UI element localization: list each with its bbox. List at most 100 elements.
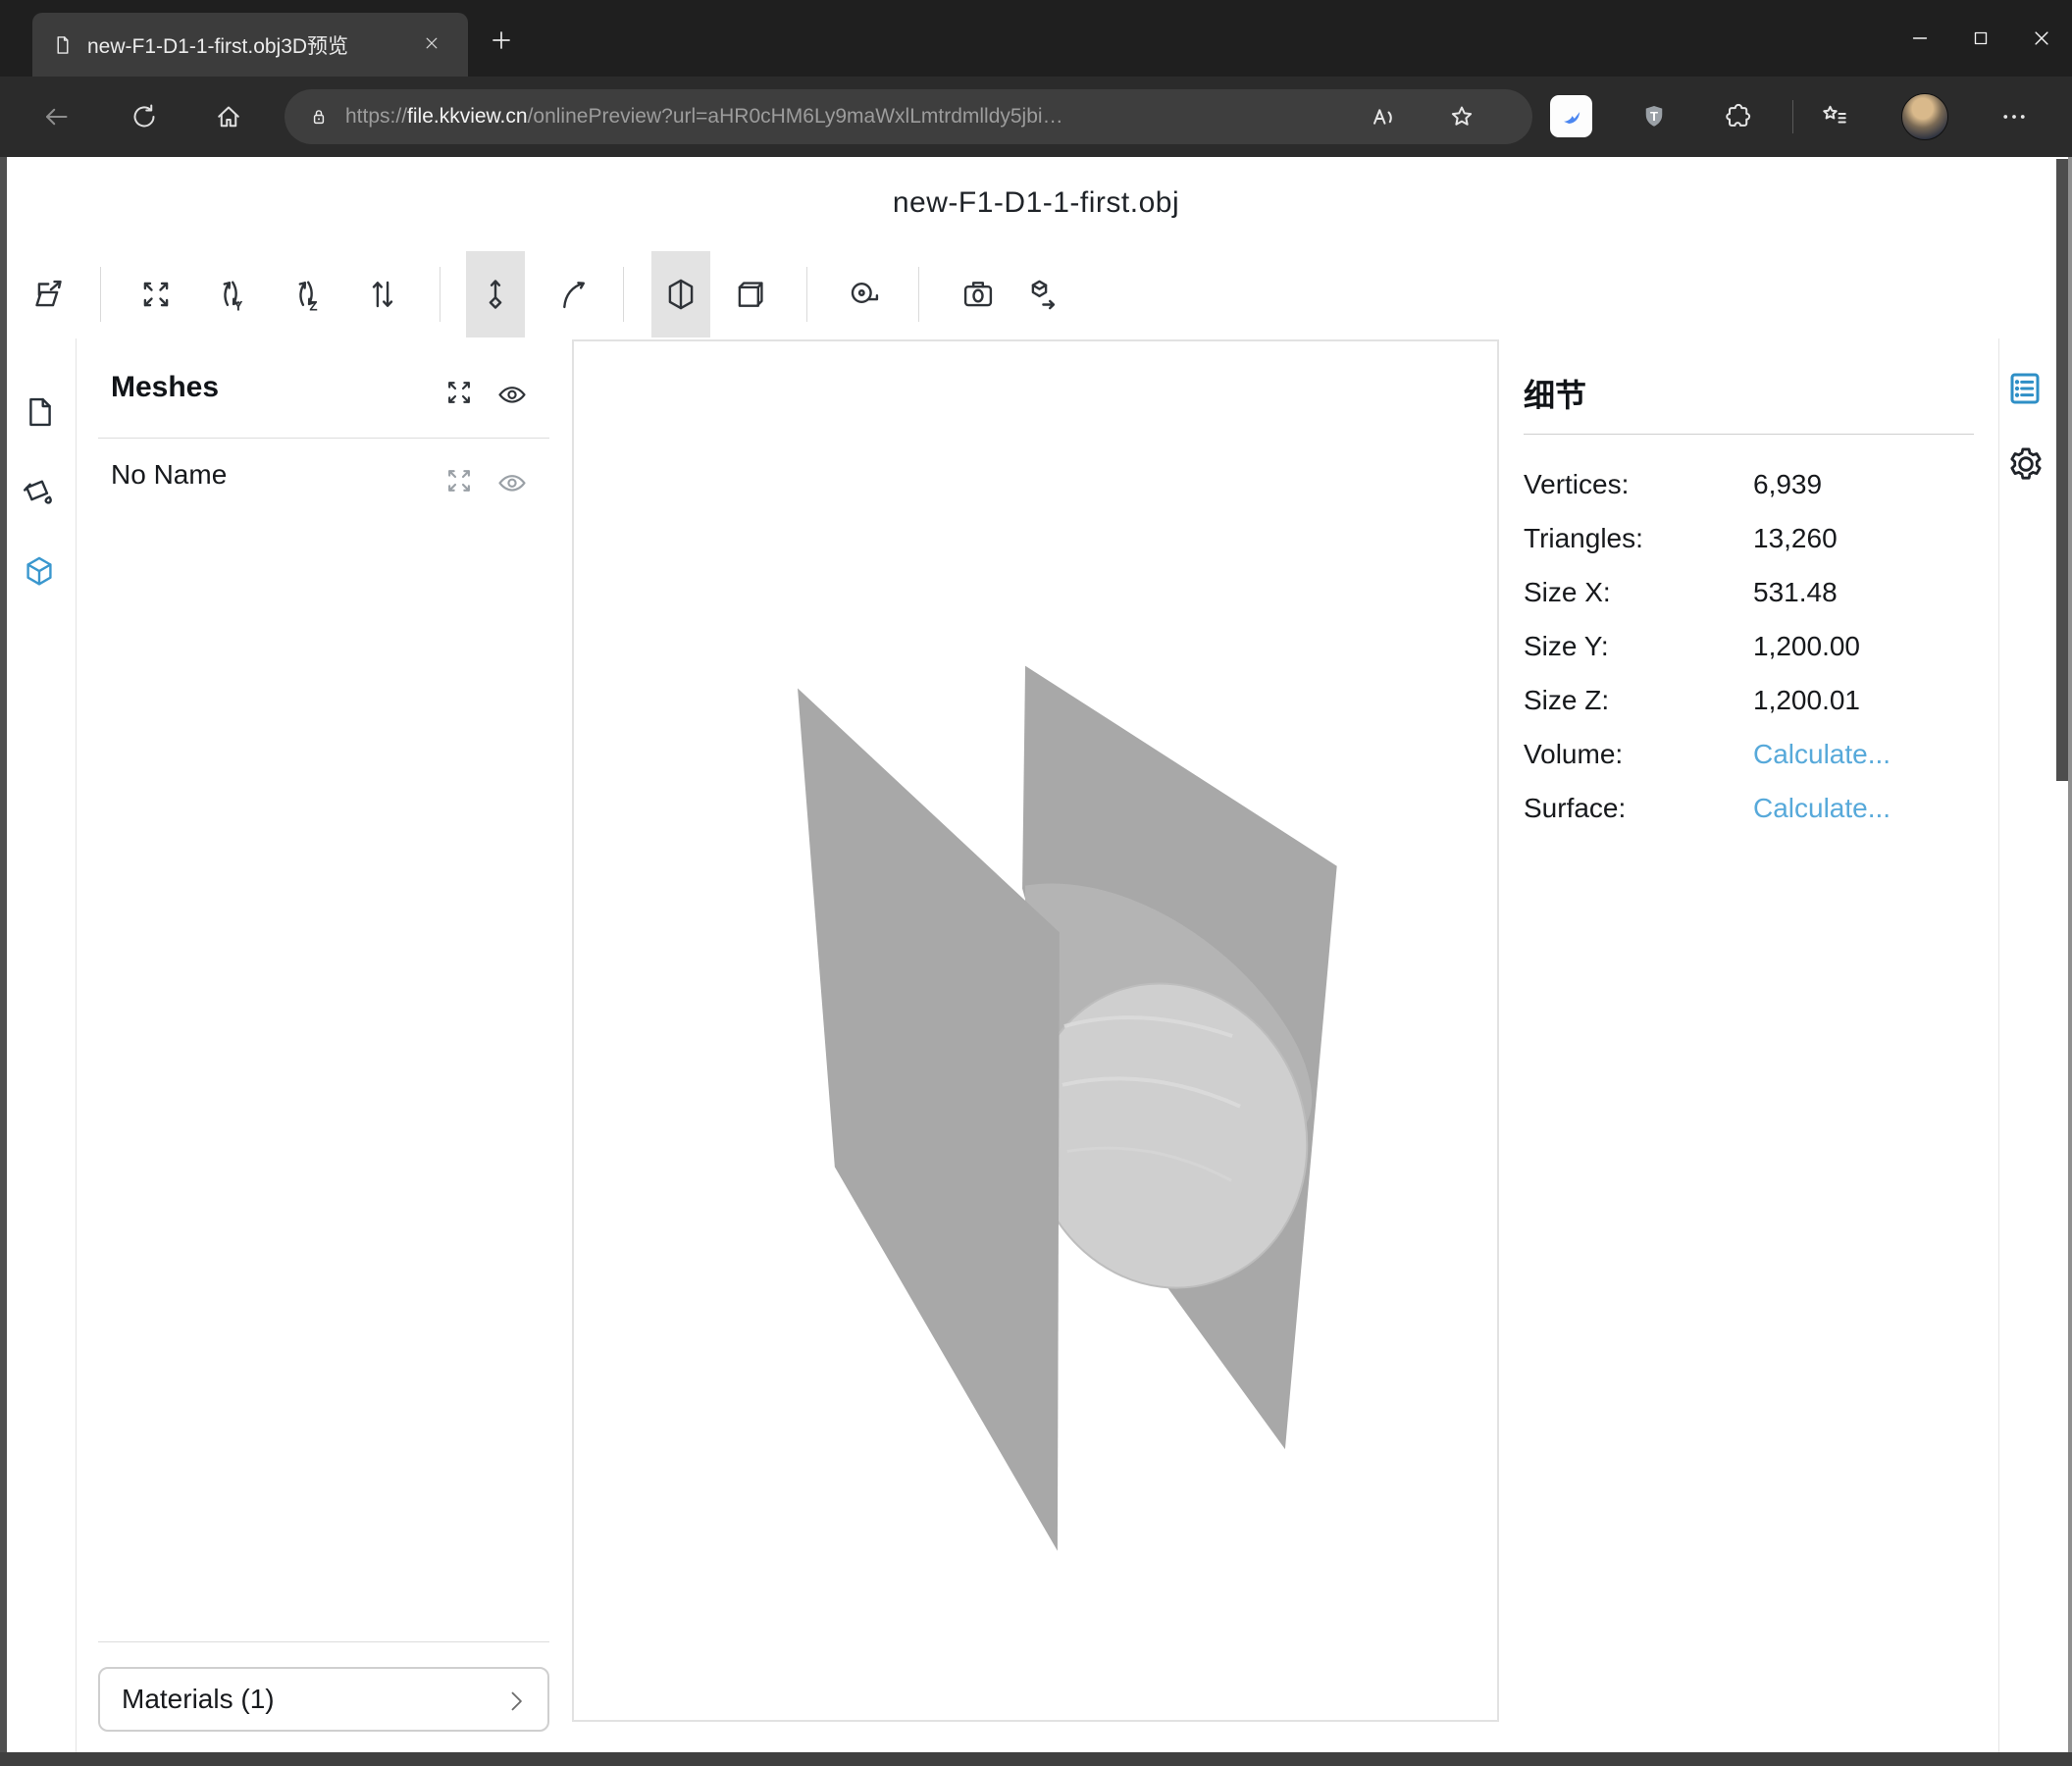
measure-button[interactable] [835, 251, 894, 338]
details-list-icon[interactable] [2005, 369, 2045, 408]
lock-icon[interactable] [308, 106, 330, 128]
details-divider [1524, 434, 1974, 435]
meshes-panel-title: Meshes [111, 371, 219, 404]
detail-row: Size X: 531.48 [1524, 565, 1975, 619]
details-rows: Vertices: 6,939 Triangles: 13,260 Size X… [1524, 457, 1975, 835]
move-axis-button[interactable] [466, 251, 525, 338]
svg-text:Y: Y [233, 299, 242, 313]
detail-value: 13,260 [1753, 523, 1838, 554]
detail-row: Surface: Calculate... [1524, 781, 1975, 835]
meshes-zoom-icon[interactable] [443, 377, 475, 408]
detail-value: 1,200.01 [1753, 685, 1860, 716]
detail-row: Vertices: 6,939 [1524, 457, 1975, 511]
toolbar-separator [100, 267, 101, 322]
zoom-fit-button[interactable] [127, 251, 185, 338]
model-viewport[interactable] [572, 339, 1499, 1722]
refresh-icon[interactable] [130, 102, 159, 131]
detail-value: 6,939 [1753, 469, 1822, 500]
detail-label: Surface: [1524, 793, 1753, 824]
shaded-view-button[interactable] [651, 251, 710, 338]
extensions-puzzle-icon[interactable] [1724, 102, 1753, 131]
window-left-border [0, 157, 7, 1752]
new-tab-button[interactable] [489, 27, 514, 53]
meshes-visibility-icon[interactable] [496, 379, 528, 410]
detail-row: Volume: Calculate... [1524, 727, 1975, 781]
detail-value: 531.48 [1753, 577, 1838, 608]
flip-vertical-button[interactable] [353, 251, 412, 338]
navigation-bar: https://file.kkview.cn/onlinePreview?url… [0, 77, 2072, 157]
home-icon[interactable] [214, 102, 243, 131]
close-button[interactable] [2011, 0, 2072, 77]
page-file-icon [52, 34, 74, 56]
page-content: new-F1-D1-1-first.obj Y Z [0, 157, 2072, 1752]
model-canvas [574, 341, 1497, 1720]
toolbar-separator [623, 267, 624, 322]
screenshot-button[interactable] [949, 251, 1008, 338]
detail-label: Triangles: [1524, 523, 1753, 554]
rotate-z-button[interactable]: Z [278, 251, 337, 338]
svg-text:Z: Z [309, 299, 317, 313]
materials-label: Materials (1) [122, 1684, 275, 1715]
browser-tab[interactable]: new-F1-D1-1-first.obj3D预览 [32, 13, 468, 77]
extension-bird-icon[interactable] [1550, 95, 1592, 137]
rail-divider [76, 338, 77, 1752]
url-domain: file.kkview.cn [407, 105, 528, 128]
materials-button[interactable]: Materials (1) [98, 1667, 549, 1732]
collections-icon[interactable] [1820, 102, 1849, 131]
settings-gear-icon[interactable] [2005, 443, 2046, 485]
detail-label: Size Z: [1524, 685, 1753, 716]
toolbar-separator [806, 267, 807, 322]
url-text: https://file.kkview.cn/onlinePreview?url… [345, 89, 1063, 144]
calculate-surface-link[interactable]: Calculate... [1753, 793, 1891, 824]
mesh-list-item[interactable]: No Name [111, 459, 227, 491]
details-title: 细节 [1524, 371, 1975, 416]
file-info-icon[interactable] [23, 394, 58, 430]
page-scrollbar[interactable] [2056, 159, 2068, 781]
window-controls [1890, 0, 2072, 77]
svg-text:T: T [1650, 109, 1658, 124]
read-aloud-icon[interactable] [1369, 102, 1398, 131]
minimize-button[interactable] [1890, 0, 1950, 77]
export-model-button[interactable] [1011, 251, 1070, 338]
browser-window: new-F1-D1-1-first.obj3D预览 [0, 0, 2072, 1766]
materials-divider [98, 1641, 549, 1642]
detail-row: Size Z: 1,200.01 [1524, 673, 1975, 727]
detail-label: Size X: [1524, 577, 1753, 608]
detail-value: 1,200.00 [1753, 631, 1860, 662]
open-model-button[interactable] [21, 251, 79, 338]
browser-menu-icon[interactable] [1999, 102, 2029, 131]
mesh-visibility-icon[interactable] [496, 467, 528, 498]
right-rail-divider [1998, 338, 1999, 1752]
materials-paint-icon[interactable] [21, 473, 56, 508]
detail-label: Vertices: [1524, 469, 1753, 500]
chevron-right-icon [502, 1688, 530, 1715]
mesh-zoom-icon[interactable] [443, 465, 475, 496]
tab-title: new-F1-D1-1-first.obj3D预览 [87, 30, 401, 60]
wireframe-view-button[interactable] [721, 251, 780, 338]
details-panel: 细节 Vertices: 6,939 Triangles: 13,260 Siz… [1524, 371, 1975, 416]
viewer-toolbar: Y Z [7, 251, 1184, 338]
detail-row: Triangles: 13,260 [1524, 511, 1975, 565]
favorite-star-icon[interactable] [1447, 102, 1476, 131]
toolbar-separator [918, 267, 919, 322]
model-cube-icon[interactable] [22, 553, 57, 589]
detail-row: Size Y: 1,200.00 [1524, 619, 1975, 673]
orbit-button[interactable] [544, 251, 602, 338]
address-bar[interactable]: https://file.kkview.cn/onlinePreview?url… [285, 89, 1532, 144]
page-title: new-F1-D1-1-first.obj [0, 186, 2072, 220]
toolbar-divider [1792, 100, 1793, 133]
detail-label: Size Y: [1524, 631, 1753, 662]
rotate-y-button[interactable]: Y [202, 251, 261, 338]
tab-close-icon[interactable] [423, 34, 440, 52]
maximize-button[interactable] [1950, 0, 2011, 77]
calculate-volume-link[interactable]: Calculate... [1753, 739, 1891, 770]
tab-strip: new-F1-D1-1-first.obj3D预览 [0, 0, 2072, 77]
window-bottom-border [0, 1752, 2072, 1766]
extension-shield-icon[interactable]: T [1639, 102, 1669, 131]
model-left-plane [798, 688, 1060, 1550]
profile-avatar[interactable] [1901, 93, 1948, 140]
back-icon[interactable] [41, 102, 71, 131]
window-right-border [2068, 157, 2072, 1752]
meshes-divider [98, 438, 549, 439]
detail-label: Volume: [1524, 739, 1753, 770]
